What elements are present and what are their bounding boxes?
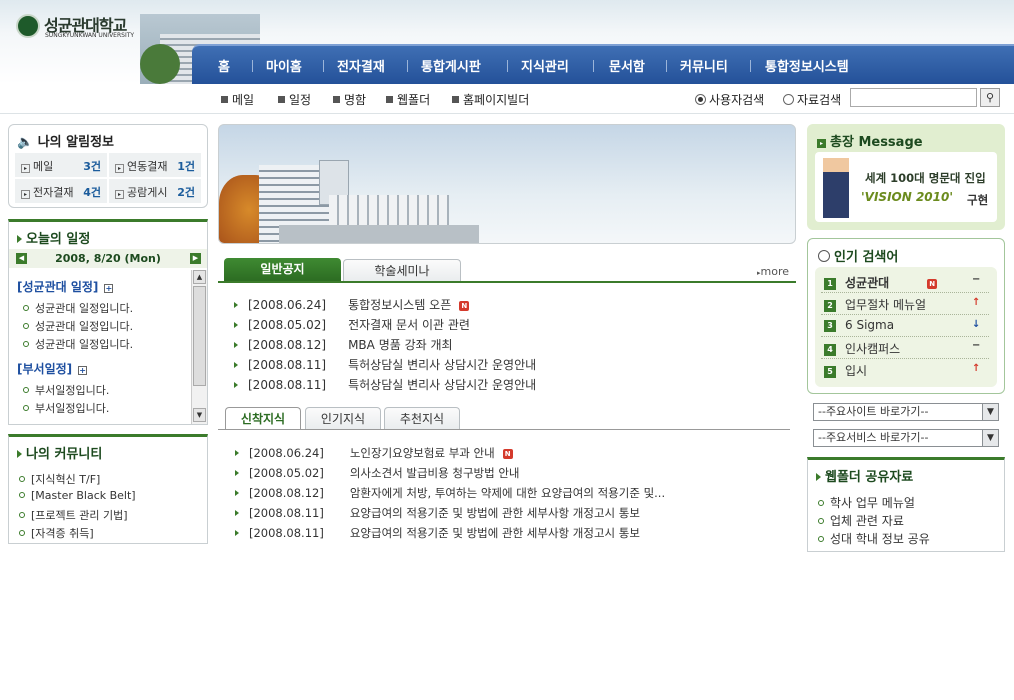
link-namecard[interactable]: 명함 <box>333 91 366 108</box>
nav-knowledge[interactable]: 지식관리 <box>521 56 569 75</box>
notice-row[interactable]: [2008.05.02] 전자결재 문서 이관 관련 <box>234 316 470 333</box>
trend-indicator: − <box>972 340 981 351</box>
schedule-panel: 오늘의 일정 ◀ 2008, 8/20 (Mon) ▶ [성균관대 일정] + 성… <box>8 219 208 425</box>
notice-row[interactable]: [2008.06.24] 통합정보시스템 오픈 N <box>234 296 470 313</box>
tab-general-notice[interactable]: 일반공지 <box>224 258 341 281</box>
new-badge-icon: N <box>502 449 513 459</box>
link-mail[interactable]: 메일 <box>221 91 254 108</box>
seal-icon <box>16 14 40 38</box>
schedule-date: 2008, 8/20 (Mon) <box>55 252 161 265</box>
notice-divider <box>218 281 796 283</box>
notice-row[interactable]: [2008.08.12] MBA 명품 강좌 개최 <box>234 336 453 353</box>
community-item[interactable]: [Master Black Belt] <box>19 489 136 502</box>
nav-approval[interactable]: 전자결재 <box>337 56 385 75</box>
popular-item[interactable]: 36 Sigma <box>824 318 894 332</box>
alerts-title: 🔈 나의 알림정보 <box>17 135 115 150</box>
radio-data-search[interactable]: 자료검색 <box>783 91 841 108</box>
tab-popular-knowledge[interactable]: 인기지식 <box>305 407 381 430</box>
trend-indicator: − <box>972 274 981 285</box>
new-badge-icon: N <box>927 279 938 289</box>
webfolder-panel: 웹폴더 공유자료 학사 업무 메뉴얼 업체 관련 자료 성대 학내 정보 공유 <box>807 457 1005 552</box>
schedule-item[interactable]: 부서일정입니다. <box>23 382 109 398</box>
new-badge-icon: N <box>459 301 470 311</box>
nav-documents[interactable]: 문서함 <box>609 56 645 75</box>
popular-item[interactable]: 1 성균관대 N <box>824 274 938 291</box>
president-message-panel[interactable]: ▸ 총장 Message 세계 100대 명문대 진입 'VISION 2010'… <box>807 124 1005 230</box>
knowledge-row[interactable]: [2008.05.02] 의사소견서 발급비용 청구방법 안내 <box>235 465 520 481</box>
nav-info-system[interactable]: 통합정보시스템 <box>765 56 849 75</box>
popular-title: 인기 검색어 <box>818 246 898 265</box>
popular-item[interactable]: 4 인사캠퍼스 <box>824 340 900 357</box>
notice-row[interactable]: [2008.08.11] 특허상담실 변리사 상담시간 운영안내 <box>234 376 536 393</box>
webfolder-title: 웹폴더 공유자료 <box>816 466 913 485</box>
knowledge-row[interactable]: [2008.08.11] 요양급여의 적용기준 및 방법에 관한 세부사항 개정고… <box>235 525 640 541</box>
trend-indicator: ↓ <box>972 319 981 330</box>
search-button[interactable]: ⚲ <box>980 88 1000 107</box>
chevron-down-icon: ▼ <box>982 430 998 446</box>
link-schedule[interactable]: 일정 <box>278 91 311 108</box>
link-webfolder[interactable]: 웹폴더 <box>386 91 430 108</box>
campus-banner <box>218 124 796 244</box>
vision-text: 'VISION 2010' <box>861 190 954 204</box>
notice-row[interactable]: [2008.08.11] 특허상담실 변리사 상담시간 운영안내 <box>234 356 536 373</box>
university-logo[interactable]: 성균관대학교 SUNGKYUNKWAN UNIVERSITY <box>16 12 146 46</box>
alert-linked-approval[interactable]: ▸ 연동결재 1건 <box>109 153 201 177</box>
alert-approval[interactable]: ▸ 전자결재 4건 <box>15 179 107 203</box>
webfolder-item[interactable]: 학사 업무 메뉴얼 <box>818 494 915 511</box>
community-item[interactable]: [자격증 취득] <box>19 525 94 541</box>
search-input[interactable] <box>850 88 977 107</box>
trend-indicator: ↑ <box>972 297 981 308</box>
nav-board[interactable]: 통합게시판 <box>421 56 481 75</box>
speaker-icon: 🔈 <box>17 135 34 150</box>
knowledge-row[interactable]: [2008.06.24] 노인장기요양보험료 부과 안내 N <box>235 445 513 461</box>
dept-schedule-heading[interactable]: [부서일정] + <box>17 360 88 377</box>
alert-circular[interactable]: ▸ 공람게시 2건 <box>109 179 201 203</box>
chevron-down-icon: ▼ <box>982 404 998 420</box>
knowledge-row[interactable]: [2008.08.11] 요양급여의 적용기준 및 방법에 관한 세부사항 개정고… <box>235 505 640 521</box>
popular-item[interactable]: 2 업무절차 메뉴얼 <box>824 296 926 313</box>
link-homepage-builder[interactable]: 홈페이지빌더 <box>452 91 529 108</box>
service-shortcut-select[interactable]: --주요서비스 바로가기-- ▼ <box>813 429 999 447</box>
more-link[interactable]: ▸more <box>757 265 789 278</box>
schedule-item[interactable]: 부서일정입니다. <box>23 400 109 416</box>
alerts-panel: 🔈 나의 알림정보 ▸ 메일 3건 ▸ 연동결재 1건 ▸ 전자결재 4건 ▸ 공람게시 2건 <box>8 124 208 208</box>
main-nav: 홈 마이홈 전자결재 통합게시판 지식관리 문서함 커뮤니티 통합정보시스템 <box>192 44 1014 84</box>
schedule-item[interactable]: 성균관대 일정입니다. <box>23 318 133 334</box>
president-figure <box>823 158 849 218</box>
schedule-scrollbar[interactable]: ▲ ▼ <box>191 270 207 424</box>
nav-myhome[interactable]: 마이홈 <box>266 56 302 75</box>
univ-schedule-heading[interactable]: [성균관대 일정] + <box>17 278 114 295</box>
trend-indicator: ↑ <box>972 363 981 374</box>
community-title: 나의 커뮤니티 <box>17 443 102 462</box>
community-panel: 나의 커뮤니티 [지식혁신 T/F] [Master Black Belt] [… <box>8 434 208 544</box>
president-title: ▸ 총장 Message <box>817 131 923 150</box>
alert-mail[interactable]: ▸ 메일 3건 <box>15 153 107 177</box>
vision-suffix: 구현 <box>967 193 989 207</box>
webfolder-item[interactable]: 업체 관련 자료 <box>818 512 904 529</box>
site-shortcut-select[interactable]: --주요사이트 바로가기-- ▼ <box>813 403 999 421</box>
next-day-button[interactable]: ▶ <box>190 253 201 264</box>
tab-recommended-knowledge[interactable]: 추천지식 <box>384 407 460 430</box>
logo-english: SUNGKYUNKWAN UNIVERSITY <box>45 32 135 39</box>
schedule-item[interactable]: 성균관대 일정입니다. <box>23 300 133 316</box>
community-item[interactable]: [프로젝트 관리 기법] <box>19 507 128 523</box>
vision-banner: 세계 100대 명문대 진입 'VISION 2010' 구현 <box>815 152 997 222</box>
search-doc-icon <box>818 250 830 262</box>
tab-seminar[interactable]: 학술세미나 <box>343 259 461 282</box>
schedule-item[interactable]: 성균관대 일정입니다. <box>23 336 133 352</box>
nav-home[interactable]: 홈 <box>218 56 230 75</box>
tab-new-knowledge[interactable]: 신착지식 <box>225 407 301 430</box>
community-item[interactable]: [지식혁신 T/F] <box>19 471 100 487</box>
radio-user-search[interactable]: 사용자검색 <box>695 91 764 108</box>
nav-community[interactable]: 커뮤니티 <box>680 56 728 75</box>
webfolder-item[interactable]: 성대 학내 정보 공유 <box>818 530 930 547</box>
vision-slogan: 세계 100대 명문대 진입 <box>865 171 986 185</box>
schedule-title: 오늘의 일정 <box>17 228 90 247</box>
knowledge-divider <box>218 429 790 430</box>
magnifier-icon: ⚲ <box>985 91 995 104</box>
knowledge-row[interactable]: [2008.08.12] 암환자에게 처방, 투여하는 약제에 대한 요양급여의 … <box>235 485 665 501</box>
popular-item[interactable]: 5 입시 <box>824 362 867 379</box>
